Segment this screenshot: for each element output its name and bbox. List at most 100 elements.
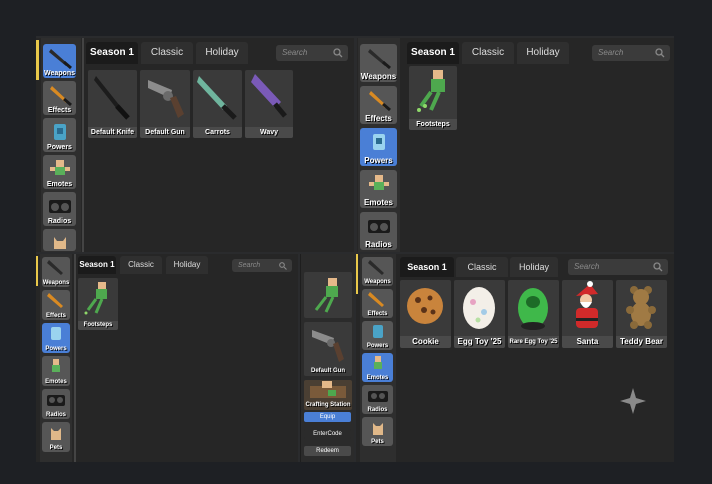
search-icon — [279, 261, 287, 270]
teddy-bear-icon — [626, 286, 656, 329]
tab-holiday[interactable]: Holiday — [517, 42, 569, 64]
tab-classic[interactable]: Classic — [456, 257, 508, 277]
sidebar-item-radios[interactable]: Radios — [362, 385, 393, 414]
knife-icon — [47, 260, 63, 275]
item-card[interactable]: Egg Toy '25 — [454, 280, 505, 348]
santa-icon — [576, 281, 598, 328]
search-icon — [655, 48, 665, 58]
tab-season-1[interactable]: Season 1 — [86, 42, 138, 64]
item-card[interactable]: Default Knife — [88, 70, 137, 138]
knife-icon — [251, 74, 287, 118]
sidebar-item-effects[interactable]: Effects — [42, 290, 70, 320]
tab-season-1[interactable]: Season 1 — [400, 257, 454, 277]
item-card[interactable]: Default Gun — [140, 70, 190, 138]
inventory-panel-top-right: Weapons Effects Powers Emotes Radios Sea… — [357, 38, 674, 252]
item-card[interactable] — [304, 272, 352, 318]
search-input[interactable]: Search — [276, 45, 348, 61]
tab-bar: Season 1 Classic Holiday Search — [407, 42, 672, 64]
tab-bar: Season 1 Classic Holiday Search — [86, 42, 352, 64]
inventory-screens: Weapons Effects Powers Emotes Radios Sea… — [36, 36, 674, 462]
selection-indicator — [36, 40, 39, 80]
sidebar-item-label: Effects — [47, 107, 72, 114]
sidebar-item-powers[interactable]: Powers — [43, 118, 76, 152]
search-input[interactable]: Search — [568, 259, 668, 275]
enter-code-button[interactable]: EnterCode — [304, 429, 351, 439]
sidebar-item-emotes[interactable]: Emotes — [360, 170, 397, 208]
green-egg-icon — [518, 288, 548, 330]
sidebar-item-powers[interactable]: Powers — [42, 323, 70, 353]
sidebar-item-weapons[interactable]: Weapons — [42, 257, 70, 287]
sidebar-item-emotes[interactable]: Emotes — [42, 356, 70, 386]
sidebar-item-label: Powers — [366, 343, 389, 349]
inventory-panel-bottom-left: Weapons Effects Powers Emotes Radios Pet… — [36, 254, 298, 462]
sidebar-item-pets[interactable]: Pets — [362, 417, 393, 446]
flaming-knife-icon — [368, 91, 391, 112]
item-card[interactable]: Cookie — [400, 280, 451, 348]
sidebar-item-label: Weapons — [42, 280, 70, 286]
sidebar-item-weapons[interactable]: Weapons — [360, 44, 397, 82]
tab-classic[interactable]: Classic — [141, 42, 193, 64]
item-detail-strip: Default Gun Crafting Station Equip Enter… — [300, 254, 354, 462]
pet-icon — [53, 237, 66, 249]
sidebar-item-effects[interactable]: Effects — [362, 289, 393, 318]
tab-holiday[interactable]: Holiday — [196, 42, 248, 64]
sidebar-item-label: Radios — [367, 407, 388, 413]
search-input[interactable]: Search — [232, 259, 292, 272]
gun-icon — [148, 80, 184, 118]
sidebar-item-label: Emotes — [46, 181, 73, 188]
sidebar-item-effects[interactable]: Effects — [360, 86, 397, 124]
item-card[interactable]: Footsteps — [409, 66, 457, 130]
tab-bar: Season 1 Classic Holiday Search — [400, 257, 672, 277]
tab-season-1[interactable]: Season 1 — [407, 42, 459, 64]
sidebar-item-emotes[interactable]: Emotes — [43, 155, 76, 189]
item-card[interactable]: Carrots — [193, 70, 242, 138]
item-card[interactable]: Wavy — [245, 70, 293, 138]
item-card[interactable]: Default Gun — [304, 322, 352, 376]
tab-holiday[interactable]: Holiday — [166, 256, 208, 274]
tab-classic[interactable]: Classic — [120, 256, 162, 274]
sidebar-item-label: Powers — [364, 156, 393, 165]
search-placeholder: Search — [574, 262, 600, 271]
sidebar-item-weapons[interactable]: Weapons — [362, 257, 393, 286]
tab-season-1[interactable]: Season 1 — [78, 256, 116, 274]
sidebar-item-pets[interactable] — [43, 229, 76, 251]
item-card[interactable]: Teddy Bear — [616, 280, 667, 348]
sidebar-item-radios[interactable]: Radios — [360, 212, 397, 250]
emote-figure-icon — [52, 359, 60, 372]
item-card[interactable]: Footsteps — [78, 278, 118, 330]
sidebar-item-label: Powers — [47, 144, 72, 151]
sidebar-divider — [82, 38, 84, 252]
tab-classic[interactable]: Classic — [462, 42, 514, 64]
item-name: Footsteps — [409, 119, 457, 130]
sidebar-item-radios[interactable]: Radios — [42, 389, 70, 419]
sidebar-item-effects[interactable]: Effects — [43, 81, 76, 115]
sidebar-item-label: Weapons — [44, 70, 75, 77]
category-sidebar: Weapons Effects Powers Emotes Radios Pet… — [360, 254, 396, 462]
sidebar-item-label: Effects — [367, 311, 388, 317]
sidebar-item-powers[interactable]: Powers — [362, 321, 393, 350]
sidebar-item-pets[interactable]: Pets — [42, 422, 70, 452]
radio-icon — [367, 391, 388, 402]
selection-indicator — [36, 256, 38, 286]
equip-button[interactable]: Equip — [304, 412, 351, 422]
search-input[interactable]: Search — [592, 45, 670, 61]
power-icon — [372, 134, 385, 150]
sparkle-icon — [620, 388, 646, 414]
sidebar-item-weapons[interactable]: Weapons — [43, 44, 76, 78]
search-placeholder: Search — [282, 48, 308, 57]
item-card[interactable]: Santa — [562, 280, 613, 348]
item-card[interactable]: Rare Egg Toy '25 — [508, 280, 559, 348]
sidebar-item-emotes[interactable]: Emotes — [362, 353, 393, 382]
sidebar-divider — [74, 254, 76, 462]
search-placeholder: Search — [238, 262, 261, 269]
search-placeholder: Search — [598, 48, 624, 57]
item-card[interactable]: Crafting Station — [304, 380, 352, 410]
category-sidebar: Weapons Effects Powers Emotes Radios — [41, 38, 81, 252]
sidebar-item-radios[interactable]: Radios — [43, 192, 76, 226]
sidebar-item-powers[interactable]: Powers — [360, 128, 397, 166]
redeem-button[interactable]: Redeem — [304, 446, 351, 456]
sidebar-item-label: Radios — [47, 218, 72, 225]
knife-icon — [367, 49, 391, 70]
item-name: Cookie — [400, 336, 451, 348]
tab-holiday[interactable]: Holiday — [510, 257, 558, 277]
